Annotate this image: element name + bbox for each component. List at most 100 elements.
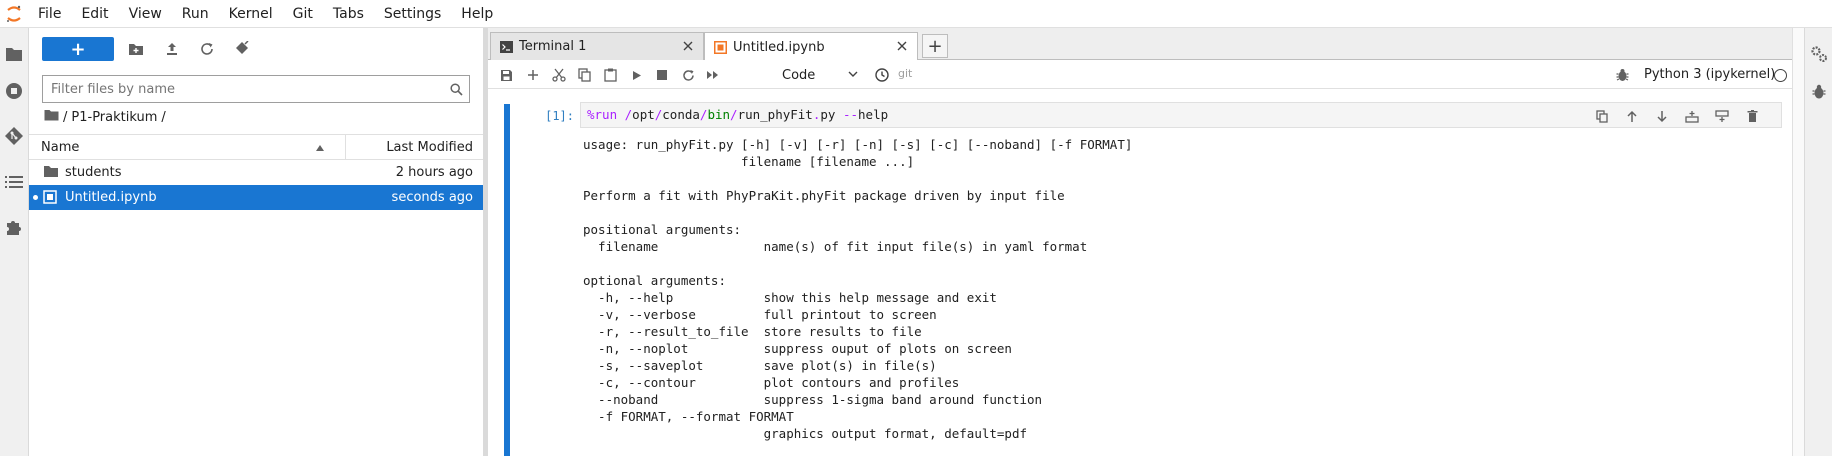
menu-tabs[interactable]: Tabs	[323, 0, 374, 28]
running-indicator	[33, 195, 38, 200]
search-icon	[443, 77, 469, 101]
notebook-icon	[713, 40, 727, 54]
terminal-icon	[499, 40, 513, 54]
magic-command: %run	[587, 107, 618, 122]
code-token: /	[730, 107, 738, 122]
upload-icon[interactable]	[162, 39, 182, 59]
file-modified: seconds ago	[391, 190, 473, 205]
code-token: --	[842, 107, 859, 122]
menu-view[interactable]: View	[119, 0, 172, 28]
tab-label: Untitled.ipynb	[733, 39, 825, 55]
file-name: Untitled.ipynb	[65, 190, 157, 205]
table-of-contents-icon[interactable]	[4, 172, 24, 192]
save-icon[interactable]	[496, 65, 516, 85]
tab-untitled-ipynb[interactable]: Untitled.ipynb	[704, 32, 918, 61]
tab-bar: Terminal 1 Untitled.ipynb +	[488, 28, 1792, 61]
notebook-icon	[43, 190, 59, 204]
menu-settings[interactable]: Settings	[374, 0, 451, 28]
delete-cell-icon[interactable]	[1737, 106, 1767, 126]
move-cell-down-icon[interactable]	[1647, 106, 1677, 126]
file-browser-panel: + / P1-Praktikum / Name Last M	[29, 28, 483, 456]
right-activity-bar	[1804, 28, 1832, 456]
left-activity-bar	[0, 28, 29, 456]
folder-icon[interactable]	[4, 44, 24, 64]
menu-bar: File Edit View Run Kernel Git Tabs Setti…	[0, 0, 1832, 28]
code-token: run_phyFit	[737, 107, 813, 122]
git-clone-icon[interactable]	[232, 39, 252, 59]
filter-files-input[interactable]	[43, 77, 443, 101]
insert-cell-above-icon[interactable]	[1677, 106, 1707, 126]
duplicate-cell-icon[interactable]	[1587, 106, 1617, 126]
tab-label: Terminal 1	[519, 39, 587, 54]
breadcrumb-folder[interactable]: P1-Praktikum	[71, 110, 157, 125]
folder-icon	[43, 165, 59, 179]
menu-file[interactable]: File	[28, 0, 71, 28]
breadcrumb-root[interactable]: /	[63, 110, 67, 125]
code-token: py	[820, 107, 836, 122]
new-launcher-button[interactable]: +	[42, 37, 114, 61]
column-divider[interactable]	[345, 135, 346, 159]
menu-help[interactable]: Help	[451, 0, 503, 28]
sort-ascending-icon[interactable]	[315, 141, 325, 156]
jupyter-logo-icon	[0, 0, 28, 28]
kernel-name[interactable]: Python 3 (ipykernel)	[1644, 67, 1775, 82]
file-modified: 2 hours ago	[395, 165, 473, 180]
column-name-header[interactable]: Name	[41, 140, 79, 155]
kernel-status-idle-icon	[1774, 69, 1787, 82]
cell-toolbar	[1587, 106, 1767, 126]
file-row-untitled-ipynb[interactable]: Untitled.ipynb seconds ago	[29, 185, 483, 210]
cell-type-dropdown[interactable]: Code	[774, 65, 862, 85]
cell-type-label: Code	[782, 67, 816, 83]
close-icon[interactable]	[895, 39, 909, 53]
active-cell-indicator[interactable]	[504, 104, 510, 456]
cell-output: usage: run_phyFit.py [-h] [-v] [-r] [-n]…	[583, 137, 1133, 441]
restart-kernel-icon[interactable]	[678, 65, 698, 85]
restart-run-all-icon[interactable]	[703, 65, 723, 85]
git-icon[interactable]	[4, 126, 24, 146]
debugger-bug-icon[interactable]	[1612, 65, 1632, 85]
move-cell-up-icon[interactable]	[1617, 106, 1647, 126]
add-tab-button[interactable]: +	[922, 34, 948, 58]
menu-git[interactable]: Git	[283, 0, 323, 28]
git-label[interactable]: git	[898, 67, 912, 80]
breadcrumb: / P1-Praktikum /	[44, 107, 170, 127]
execution-prompt: [1]:	[545, 109, 574, 123]
new-folder-icon[interactable]	[126, 39, 146, 59]
main-area: Terminal 1 Untitled.ipynb + Code git Pyt…	[488, 28, 1792, 456]
code-cell-input[interactable]: %run /opt/conda/bin/run_phyFit.py --help	[580, 102, 1782, 128]
stop-icon[interactable]	[652, 65, 672, 85]
code-token: bin	[707, 107, 731, 122]
chevron-down-icon	[848, 68, 858, 83]
debugger-bug-icon[interactable]	[1809, 81, 1829, 101]
extensions-icon[interactable]	[4, 217, 24, 237]
vertical-scrollbar[interactable]	[1792, 28, 1804, 456]
notebook-toolbar: Code git Python 3 (ipykernel)	[488, 60, 1792, 89]
clock-icon[interactable]	[872, 65, 892, 85]
file-browser-toolbar: +	[29, 28, 483, 68]
copy-icon[interactable]	[574, 65, 594, 85]
paste-icon[interactable]	[600, 65, 620, 85]
file-row-students[interactable]: students 2 hours ago	[29, 160, 483, 185]
running-kernels-icon[interactable]	[4, 81, 24, 101]
property-inspector-gears-icon[interactable]	[1809, 44, 1829, 64]
tab-terminal-1[interactable]: Terminal 1	[490, 32, 704, 60]
insert-cell-icon[interactable]	[523, 65, 543, 85]
column-modified-header[interactable]: Last Modified	[386, 140, 473, 155]
code-token: opt	[632, 107, 655, 122]
code-token: conda	[662, 107, 700, 122]
menu-edit[interactable]: Edit	[71, 0, 118, 28]
refresh-icon[interactable]	[197, 39, 217, 59]
menu-kernel[interactable]: Kernel	[219, 0, 283, 28]
filter-files-field[interactable]	[42, 75, 470, 103]
close-icon[interactable]	[681, 39, 695, 53]
cut-icon[interactable]	[549, 65, 569, 85]
home-folder-icon[interactable]	[44, 109, 59, 125]
insert-cell-below-icon[interactable]	[1707, 106, 1737, 126]
run-icon[interactable]	[627, 65, 647, 85]
menu-run[interactable]: Run	[172, 0, 219, 28]
breadcrumb-separator: /	[161, 109, 166, 125]
file-name: students	[65, 165, 122, 180]
file-list-header: Name Last Modified	[29, 134, 483, 160]
